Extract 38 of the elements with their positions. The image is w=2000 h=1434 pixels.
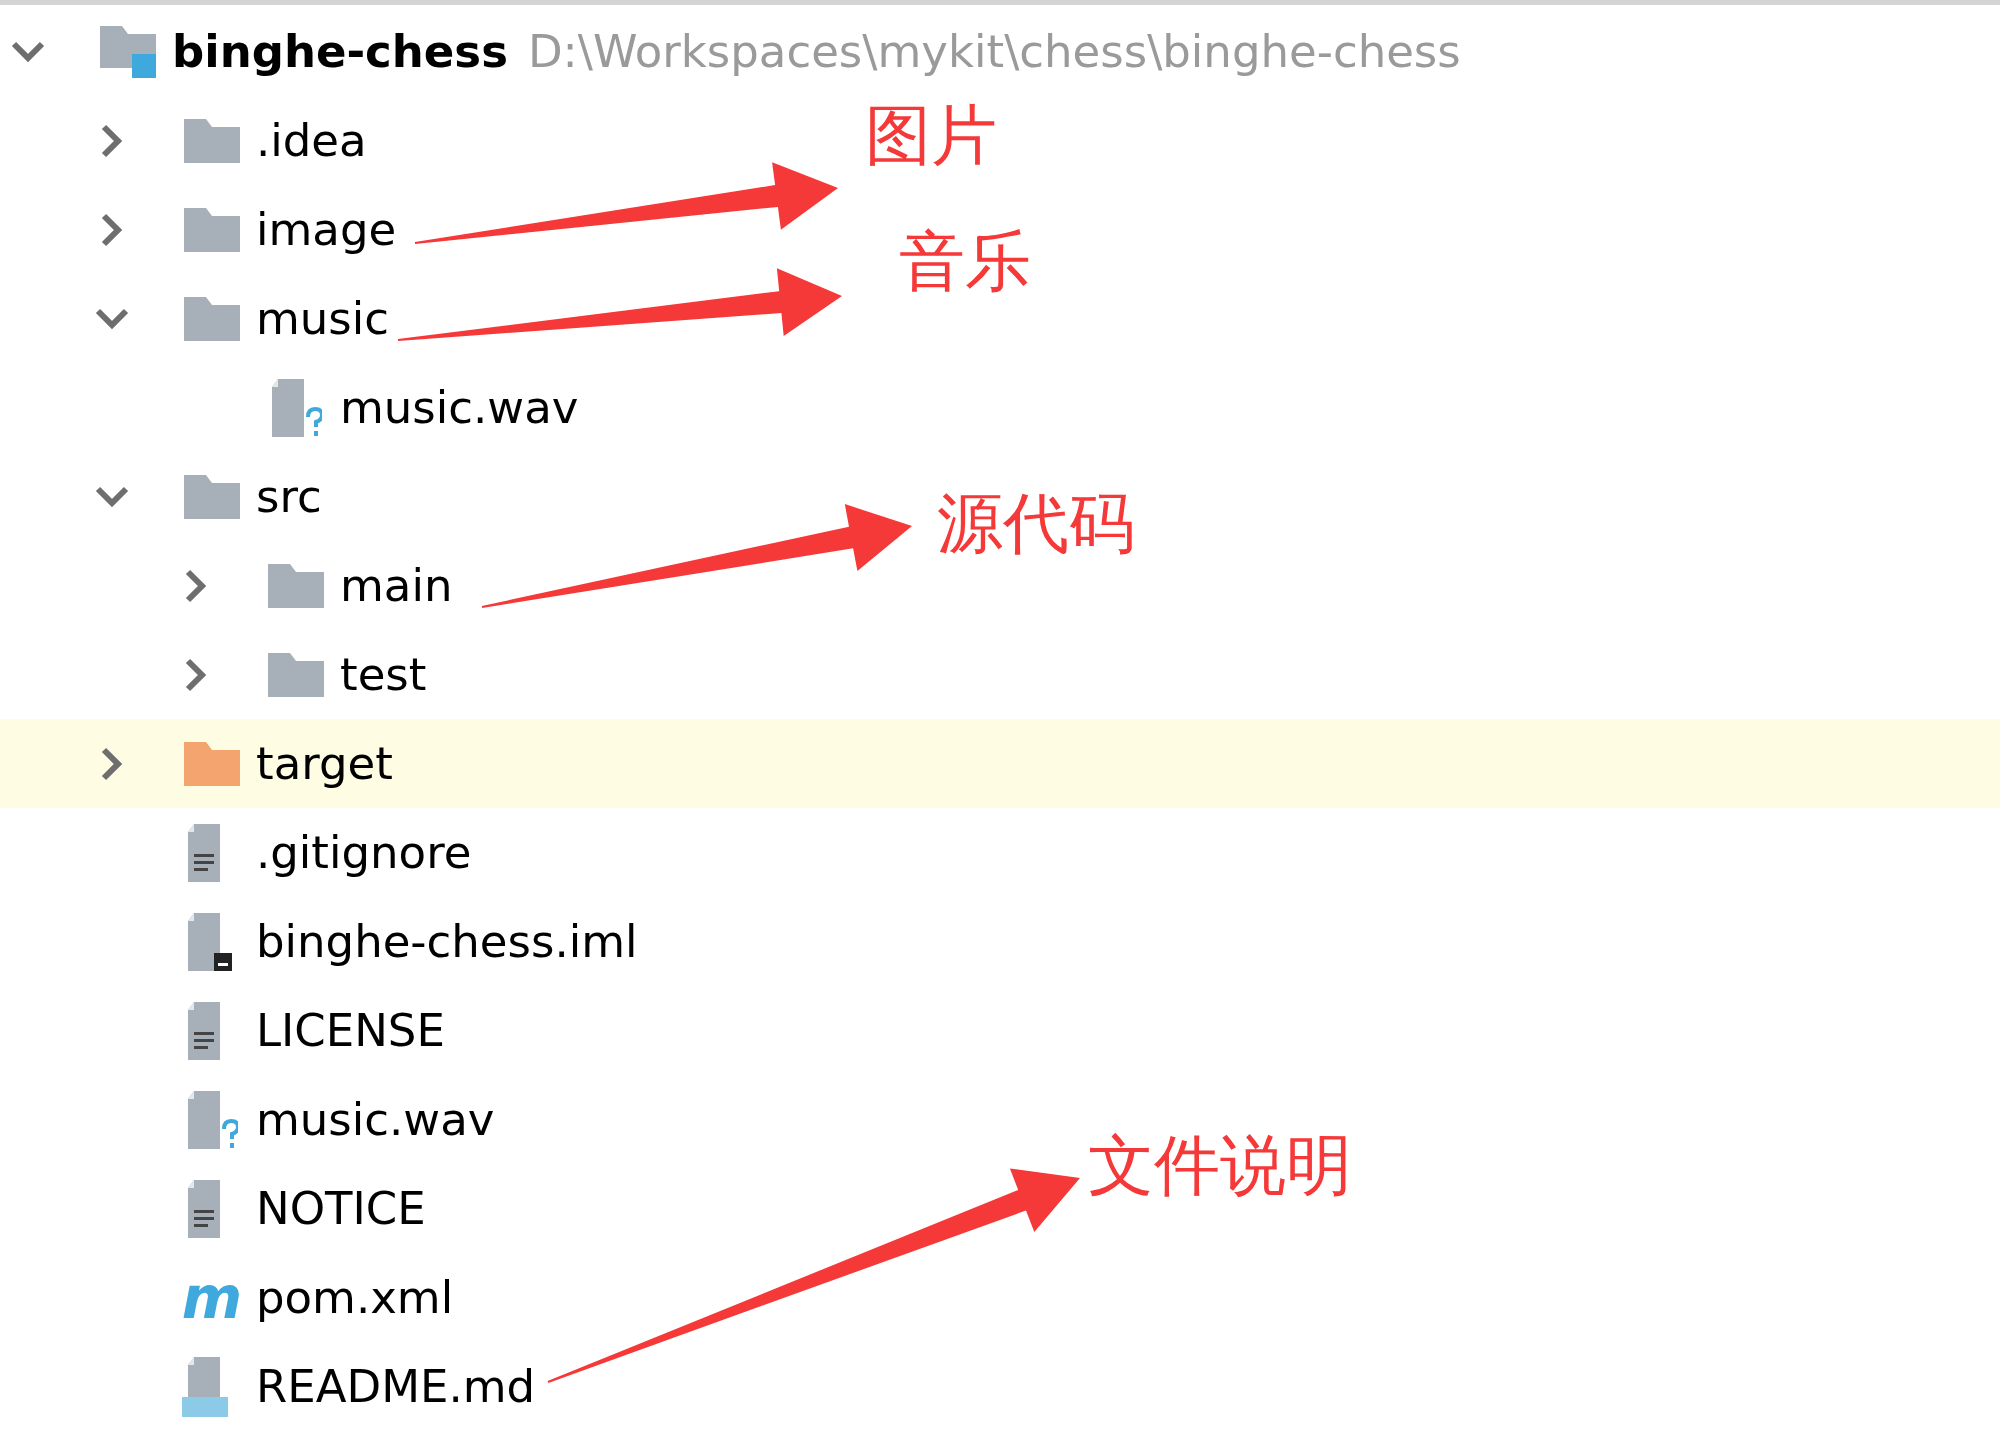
markdown-file-icon (182, 1356, 228, 1417)
folder-icon (184, 205, 240, 254)
file-name: target (256, 737, 393, 790)
text-file-icon (188, 1001, 220, 1060)
file-name: src (256, 470, 322, 523)
text-file-icon (188, 823, 220, 882)
maven-icon: m (180, 1269, 244, 1326)
annotation-label: 源代码 (937, 488, 1135, 561)
annotation-label: 文件说明 (1088, 1130, 1352, 1203)
file-name: music (256, 292, 390, 345)
unknown-file-icon (272, 378, 322, 437)
file-name: LICENSE (256, 1004, 445, 1057)
file-name: test (340, 648, 427, 701)
selected-row[interactable]: target (0, 719, 2000, 808)
folder-icon (184, 739, 240, 788)
file-name: image (256, 203, 397, 256)
text-file-icon (188, 1179, 220, 1238)
file-name: .idea (256, 114, 367, 167)
project-path: D:\Workspaces\mykit\chess\binghe-chess (527, 25, 1461, 78)
project-name: binghe-chess (172, 25, 508, 78)
file-icon (188, 912, 232, 971)
folder-icon (184, 116, 240, 165)
file-name: music.wav (340, 381, 579, 434)
file-name: music.wav (256, 1093, 495, 1146)
folder-icon (268, 650, 324, 699)
file-name: README.md (256, 1360, 536, 1413)
folder-icon (184, 294, 240, 343)
module-folder-icon (100, 25, 156, 78)
folder-icon (184, 472, 240, 521)
file-name: .gitignore (256, 826, 472, 879)
folder-icon (268, 561, 324, 610)
annotation-label: 图片 (865, 100, 997, 173)
unknown-file-icon (188, 1090, 238, 1149)
annotation-label: 音乐 (899, 226, 1031, 299)
file-name: main (340, 559, 453, 612)
file-name: pom.xml (256, 1271, 454, 1324)
file-name: binghe-chess.iml (256, 915, 638, 968)
file-name: NOTICE (256, 1182, 426, 1235)
